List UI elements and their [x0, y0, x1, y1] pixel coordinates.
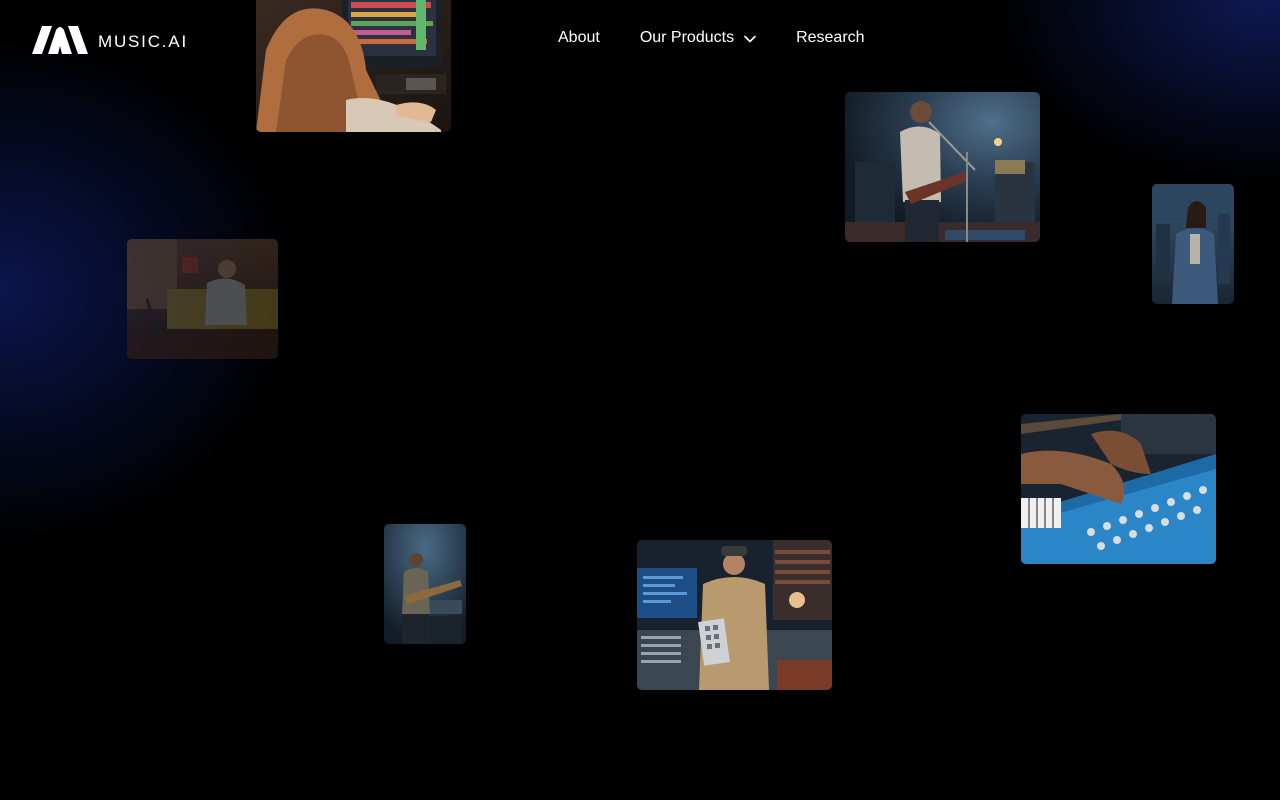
hero-page: MUSIC.AI About Our Products Research: [0, 0, 1280, 800]
brand-logo-link[interactable]: MUSIC.AI: [32, 26, 188, 54]
nav-our-products-dropdown[interactable]: Our Products: [640, 28, 756, 48]
nav-research-label: Research: [796, 29, 865, 46]
nav-about-label: About: [558, 29, 600, 46]
nav-about-link[interactable]: About: [558, 28, 600, 48]
main-nav: About Our Products Research: [558, 28, 865, 48]
nav-our-products-label: Our Products: [639, 29, 735, 46]
photo-guitarist-singing: [845, 92, 1040, 242]
photo-musician-living-room: [127, 239, 278, 359]
chevron-down-icon: [744, 35, 756, 43]
photo-woman-denim-jacket: [1152, 184, 1234, 304]
photo-hands-on-synthesizer: [1021, 414, 1216, 564]
photo-guitarist-pedalboard: [384, 524, 466, 644]
music-ai-logo-icon: [32, 26, 88, 54]
photo-man-with-sampler: [637, 540, 832, 690]
brand-name: MUSIC.AI: [98, 32, 188, 51]
nav-research-link[interactable]: Research: [796, 28, 864, 48]
photo-producer-at-daw: [256, 0, 451, 132]
